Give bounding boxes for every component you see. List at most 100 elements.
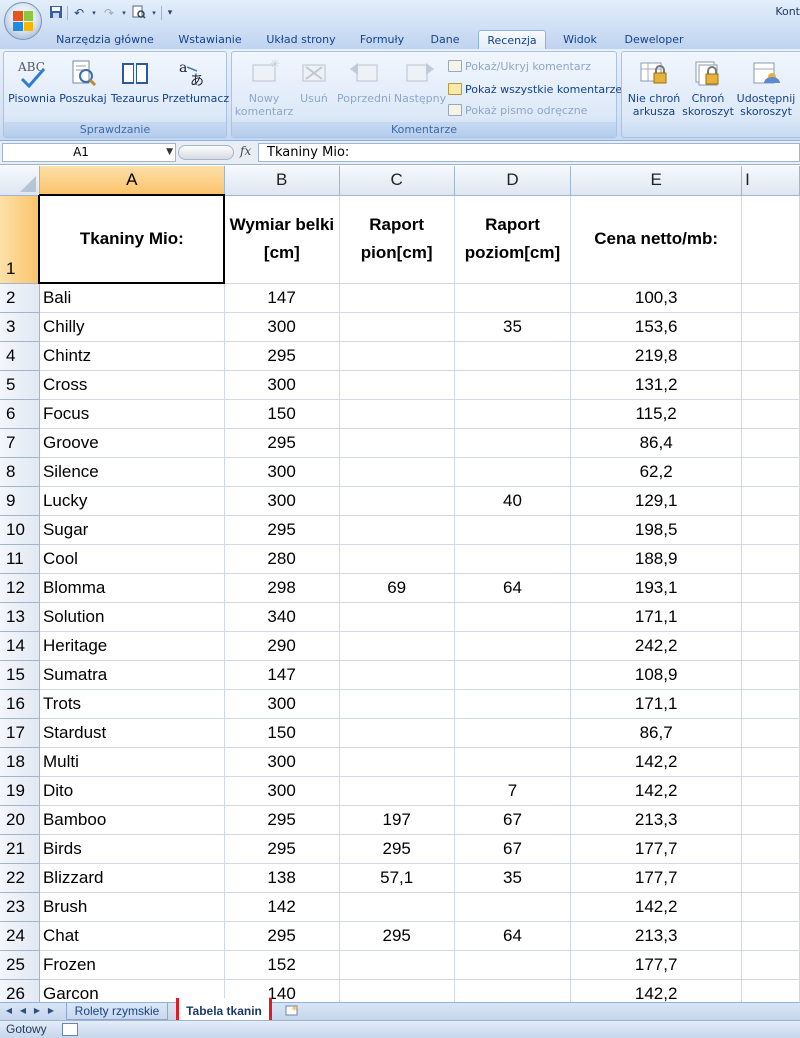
row-header[interactable]: 22 <box>0 863 40 893</box>
cell-e[interactable]: 193,1 <box>570 573 743 603</box>
share-workbook-button[interactable]: Udostępnij skoroszyt <box>734 55 798 123</box>
cell-e[interactable]: 188,9 <box>570 544 743 574</box>
cell-e1[interactable]: Cena netto/mb: <box>570 195 743 284</box>
show-hide-comment-button[interactable]: Pokaż/Ukryj komentarz <box>448 56 591 76</box>
cell-d[interactable]: 64 <box>454 921 572 951</box>
last-sheet-icon[interactable]: ▶ <box>46 1006 56 1016</box>
save-icon[interactable] <box>48 5 64 21</box>
cell-a[interactable]: Frozen <box>39 950 225 980</box>
select-all-button[interactable] <box>0 166 40 196</box>
cell-f[interactable] <box>741 312 800 342</box>
cell-b[interactable]: 300 <box>224 312 340 342</box>
cell-f[interactable] <box>741 602 800 632</box>
row-header[interactable]: 24 <box>0 921 40 951</box>
cell-e[interactable]: 115,2 <box>570 399 743 429</box>
cell-e[interactable]: 198,5 <box>570 515 743 545</box>
cell-a[interactable]: Bamboo <box>39 805 225 835</box>
cell-e[interactable]: 213,3 <box>570 921 743 951</box>
row-header[interactable]: 7 <box>0 428 40 458</box>
insert-function-icon[interactable]: fx <box>240 144 251 158</box>
cell-b[interactable]: 300 <box>224 689 340 719</box>
row-header[interactable]: 16 <box>0 689 40 719</box>
print-preview-icon[interactable] <box>131 5 147 21</box>
column-header-d[interactable]: D <box>454 166 572 196</box>
cell-f[interactable] <box>741 631 800 661</box>
cell-c[interactable] <box>339 689 455 719</box>
cell-e[interactable]: 100,3 <box>570 283 743 313</box>
row-header[interactable]: 11 <box>0 544 40 574</box>
cell-c[interactable] <box>339 428 455 458</box>
cell-c[interactable] <box>339 457 455 487</box>
show-ink-button[interactable]: Pokaż pismo odręczne <box>448 100 587 120</box>
tab-page-layout[interactable]: Układ strony <box>260 30 342 49</box>
column-header-b[interactable]: B <box>224 166 340 196</box>
cell-e[interactable]: 242,2 <box>570 631 743 661</box>
cell-e[interactable]: 177,7 <box>570 950 743 980</box>
cell-e[interactable]: 153,6 <box>570 312 743 342</box>
cell-b[interactable]: 138 <box>224 863 340 893</box>
tab-formulas[interactable]: Formuły <box>352 30 412 49</box>
sheet-tab-rolety-rzymskie[interactable]: Rolety rzymskie <box>66 1003 168 1020</box>
cell-b[interactable]: 300 <box>224 747 340 777</box>
cell-a[interactable]: Multi <box>39 747 225 777</box>
tab-home[interactable]: Narzędzia główne <box>52 30 158 49</box>
cell-e[interactable]: 131,2 <box>570 370 743 400</box>
cell-c[interactable] <box>339 515 455 545</box>
cell-f[interactable] <box>741 515 800 545</box>
cell-b[interactable]: 295 <box>224 834 340 864</box>
cell-d[interactable] <box>454 747 572 777</box>
cell-c[interactable] <box>339 660 455 690</box>
cell-a[interactable]: Silence <box>39 457 225 487</box>
row-header[interactable]: 25 <box>0 950 40 980</box>
row-header[interactable]: 15 <box>0 660 40 690</box>
cell-b[interactable]: 290 <box>224 631 340 661</box>
cell-d1[interactable]: Raport poziom[cm] <box>454 195 572 284</box>
redo-icon[interactable]: ↷ <box>101 5 117 21</box>
cell-f[interactable] <box>741 370 800 400</box>
row-header[interactable]: 19 <box>0 776 40 806</box>
cell-a[interactable]: Sumatra <box>39 660 225 690</box>
cell-d[interactable] <box>454 457 572 487</box>
cell-c[interactable] <box>339 892 455 922</box>
cell-e[interactable]: 108,9 <box>570 660 743 690</box>
cell-a[interactable]: Solution <box>39 602 225 632</box>
column-header-f[interactable]: I <box>741 166 800 196</box>
cell-d[interactable]: 40 <box>454 486 572 516</box>
protect-workbook-button[interactable]: Chroń skoroszyt <box>682 55 734 123</box>
cell-a[interactable]: Blomma <box>39 573 225 603</box>
cell-c[interactable] <box>339 631 455 661</box>
cell-a[interactable]: Chat <box>39 921 225 951</box>
show-all-comments-button[interactable]: Pokaż wszystkie komentarze <box>448 79 622 99</box>
cell-c[interactable] <box>339 399 455 429</box>
customize-icon[interactable]: ▾ <box>165 5 175 21</box>
cell-f[interactable] <box>741 689 800 719</box>
thesaurus-button[interactable]: Tezaurus <box>109 55 161 123</box>
cell-c[interactable]: 57,1 <box>339 863 455 893</box>
cell-a1[interactable]: Tkaniny Mio: <box>38 194 226 284</box>
cell-d[interactable] <box>454 283 572 313</box>
cell-e[interactable]: 177,7 <box>570 834 743 864</box>
row-header[interactable]: 8 <box>0 457 40 487</box>
tab-developer[interactable]: Deweloper <box>614 30 694 49</box>
cell-f[interactable] <box>741 776 800 806</box>
dropdown-arrow-icon[interactable]: ▾ <box>120 5 128 21</box>
cell-c[interactable] <box>339 979 455 1002</box>
first-sheet-icon[interactable]: ◀ <box>4 1006 14 1016</box>
cell-f1[interactable] <box>741 195 800 284</box>
row-header[interactable]: 5 <box>0 370 40 400</box>
cell-c[interactable] <box>339 486 455 516</box>
cell-b[interactable]: 300 <box>224 370 340 400</box>
cell-a[interactable]: Heritage <box>39 631 225 661</box>
cell-b[interactable]: 142 <box>224 892 340 922</box>
column-header-e[interactable]: E <box>570 166 743 196</box>
cell-d[interactable]: 67 <box>454 805 572 835</box>
cell-b[interactable]: 295 <box>224 921 340 951</box>
cell-a[interactable]: Lucky <box>39 486 225 516</box>
cell-d[interactable] <box>454 689 572 719</box>
cell-c[interactable] <box>339 747 455 777</box>
cell-b[interactable]: 295 <box>224 805 340 835</box>
cell-c[interactable] <box>339 370 455 400</box>
row-header[interactable]: 17 <box>0 718 40 748</box>
row-header[interactable]: 12 <box>0 573 40 603</box>
cell-c[interactable] <box>339 283 455 313</box>
